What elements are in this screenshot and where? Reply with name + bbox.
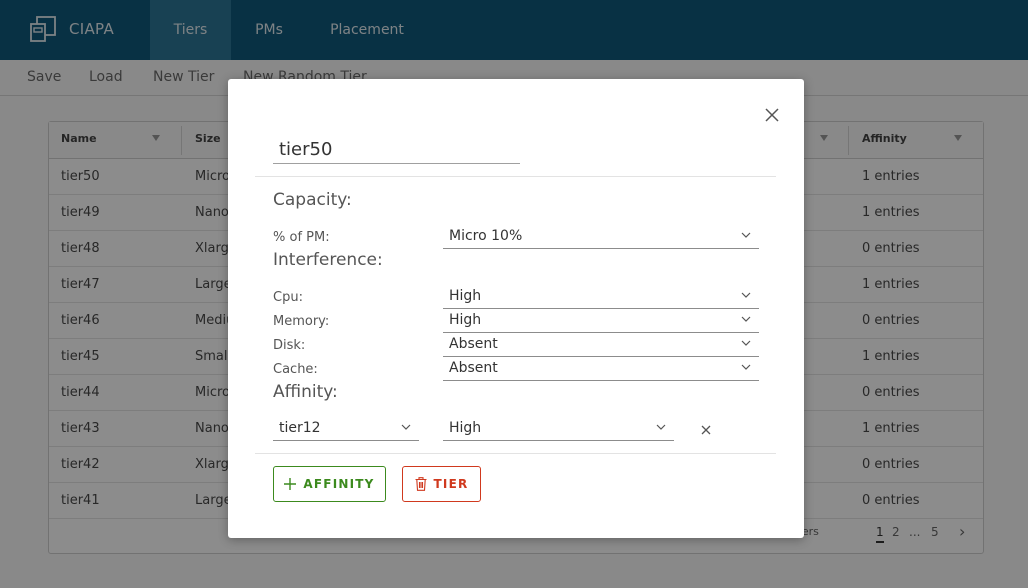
pm-label: % of PM: (273, 230, 330, 245)
disk-select-value: Absent (449, 336, 498, 352)
cache-label: Cache: (273, 362, 318, 377)
affinity-tier-select[interactable]: tier12 (273, 417, 419, 441)
affinity-title: Affinity: (273, 382, 338, 402)
cache-select[interactable]: Absent (443, 357, 759, 381)
cpu-select-value: High (449, 288, 482, 304)
chevron-down-icon (741, 292, 751, 298)
chevron-down-icon (741, 316, 751, 322)
memory-select[interactable]: High (443, 309, 759, 333)
affinity-tier-value: tier12 (279, 420, 321, 436)
pm-select[interactable]: Micro 10% (443, 225, 759, 249)
divider (255, 453, 776, 454)
plus-icon (284, 478, 297, 490)
chevron-down-icon (741, 364, 751, 370)
delete-tier-label: TIER (433, 477, 469, 491)
interference-title: Interference: (273, 250, 383, 270)
trash-icon (415, 477, 427, 491)
close-icon[interactable] (764, 107, 780, 123)
chevron-down-icon (741, 340, 751, 346)
capacity-title: Capacity: (273, 190, 352, 210)
tier-name-input[interactable]: tier50 (273, 137, 520, 164)
cache-select-value: Absent (449, 360, 498, 376)
cpu-label: Cpu: (273, 290, 303, 305)
add-affinity-button[interactable]: AFFINITY (273, 466, 386, 502)
memory-label: Memory: (273, 314, 330, 329)
divider (255, 176, 776, 177)
delete-tier-button[interactable]: TIER (402, 466, 481, 502)
remove-affinity-icon[interactable] (700, 424, 712, 436)
chevron-down-icon (401, 424, 411, 430)
disk-select[interactable]: Absent (443, 333, 759, 357)
cpu-select[interactable]: High (443, 285, 759, 309)
affinity-level-select[interactable]: High (443, 417, 674, 441)
chevron-down-icon (741, 232, 751, 238)
chevron-down-icon (656, 424, 666, 430)
pm-select-value: Micro 10% (449, 228, 523, 244)
memory-select-value: High (449, 312, 482, 328)
disk-label: Disk: (273, 338, 306, 353)
edit-tier-modal: tier50 Capacity: % of PM: Micro 10% Inte… (228, 79, 804, 538)
affinity-level-value: High (449, 420, 482, 436)
add-affinity-label: AFFINITY (303, 477, 375, 491)
